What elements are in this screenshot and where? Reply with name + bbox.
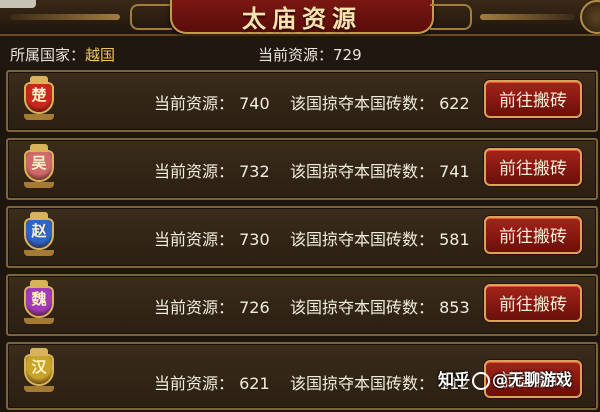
header-ornament-line-left — [10, 14, 120, 20]
row-resource: 当前资源： 726 — [154, 294, 270, 318]
watermark-right-text: @无聊游戏 — [492, 370, 573, 389]
country-badge-icon: 吴 — [24, 144, 54, 188]
row-bricks-label: 该国掠夺本国砖数： — [290, 298, 435, 317]
watermark-left-text: 知乎 — [438, 370, 471, 389]
row-bricks-label: 该国掠夺本国砖数： — [290, 230, 435, 249]
country-row: 赵 当前资源： 730 该国掠夺本国砖数： 581 前往搬砖 — [6, 206, 598, 268]
header-ornament-line-right — [480, 14, 575, 20]
info-bar: 所属国家：越国 当前资源：729 — [0, 36, 600, 68]
badge-glyph: 魏 — [31, 290, 47, 308]
watermark: 知乎 @无聊游戏 — [438, 366, 572, 400]
resource-info: 当前资源：729 — [258, 44, 362, 65]
row-bricks: 该国掠夺本国砖数： 581 — [290, 226, 470, 250]
go-move-bricks-button[interactable]: 前往搬砖 — [484, 284, 582, 322]
header-ornament-left — [130, 4, 172, 30]
row-bricks-label: 该国掠夺本国砖数： — [290, 162, 435, 181]
badge-glyph: 赵 — [31, 222, 47, 240]
row-resource: 当前资源： 740 — [154, 90, 270, 114]
row-resource-label: 当前资源： — [154, 94, 235, 113]
row-resource: 当前资源： 730 — [154, 226, 270, 250]
row-bricks-label: 该国掠夺本国砖数： — [290, 94, 435, 113]
row-resource-label: 当前资源： — [154, 374, 235, 393]
country-row: 楚 当前资源： 740 该国掠夺本国砖数： 622 前往搬砖 — [6, 70, 598, 132]
row-bricks-value: 853 — [439, 298, 470, 317]
header-band: 太庙资源 — [0, 0, 600, 36]
resource-value: 729 — [333, 46, 362, 64]
badge-tail — [24, 318, 54, 324]
title-plate: 太庙资源 — [170, 0, 434, 34]
row-bricks: 该国掠夺本国砖数： 622 — [290, 90, 470, 114]
row-resource-value: 740 — [239, 94, 270, 113]
row-bricks-value: 741 — [439, 162, 470, 181]
row-resource-value: 726 — [239, 298, 270, 317]
page-title: 太庙资源 — [242, 5, 362, 33]
row-resource-value: 621 — [239, 374, 270, 393]
row-bricks: 该国掠夺本国砖数： 853 — [290, 294, 470, 318]
row-bricks-value: 581 — [439, 230, 470, 249]
row-resource-value: 732 — [239, 162, 270, 181]
country-badge-icon: 楚 — [24, 76, 54, 120]
country-row: 魏 当前资源： 726 该国掠夺本国砖数： 853 前往搬砖 — [6, 274, 598, 336]
badge-tail — [24, 114, 54, 120]
row-resource-value: 730 — [239, 230, 270, 249]
row-resource: 当前资源： 732 — [154, 158, 270, 182]
row-bricks: 该国掠夺本国砖数： 741 — [290, 158, 470, 182]
row-resource-label: 当前资源： — [154, 230, 235, 249]
go-move-bricks-button[interactable]: 前往搬砖 — [484, 148, 582, 186]
top-left-tab — [0, 0, 36, 8]
badge-glyph: 汉 — [31, 358, 47, 376]
badge-glyph: 楚 — [31, 86, 47, 104]
country-info: 所属国家：越国 — [10, 44, 115, 65]
go-move-bricks-button[interactable]: 前往搬砖 — [484, 80, 582, 118]
badge-tail — [24, 182, 54, 188]
country-badge-icon: 魏 — [24, 280, 54, 324]
badge-tail — [24, 386, 54, 392]
go-move-bricks-button[interactable]: 前往搬砖 — [484, 216, 582, 254]
country-row: 吴 当前资源： 732 该国掠夺本国砖数： 741 前往搬砖 — [6, 138, 598, 200]
country-label: 所属国家： — [10, 46, 86, 64]
watermark-logo-icon — [472, 371, 491, 390]
row-resource-label: 当前资源： — [154, 162, 235, 181]
country-value: 越国 — [85, 46, 116, 64]
resource-label: 当前资源： — [258, 46, 334, 64]
row-bricks-value: 622 — [439, 94, 470, 113]
country-badge-icon: 赵 — [24, 212, 54, 256]
close-icon[interactable] — [580, 0, 600, 34]
country-badge-icon: 汉 — [24, 348, 54, 392]
badge-glyph: 吴 — [31, 154, 47, 172]
row-resource-label: 当前资源： — [154, 298, 235, 317]
header-ornament-right — [430, 4, 472, 30]
row-bricks-label: 该国掠夺本国砖数： — [290, 374, 435, 393]
badge-tail — [24, 250, 54, 256]
row-resource: 当前资源： 621 — [154, 370, 270, 394]
